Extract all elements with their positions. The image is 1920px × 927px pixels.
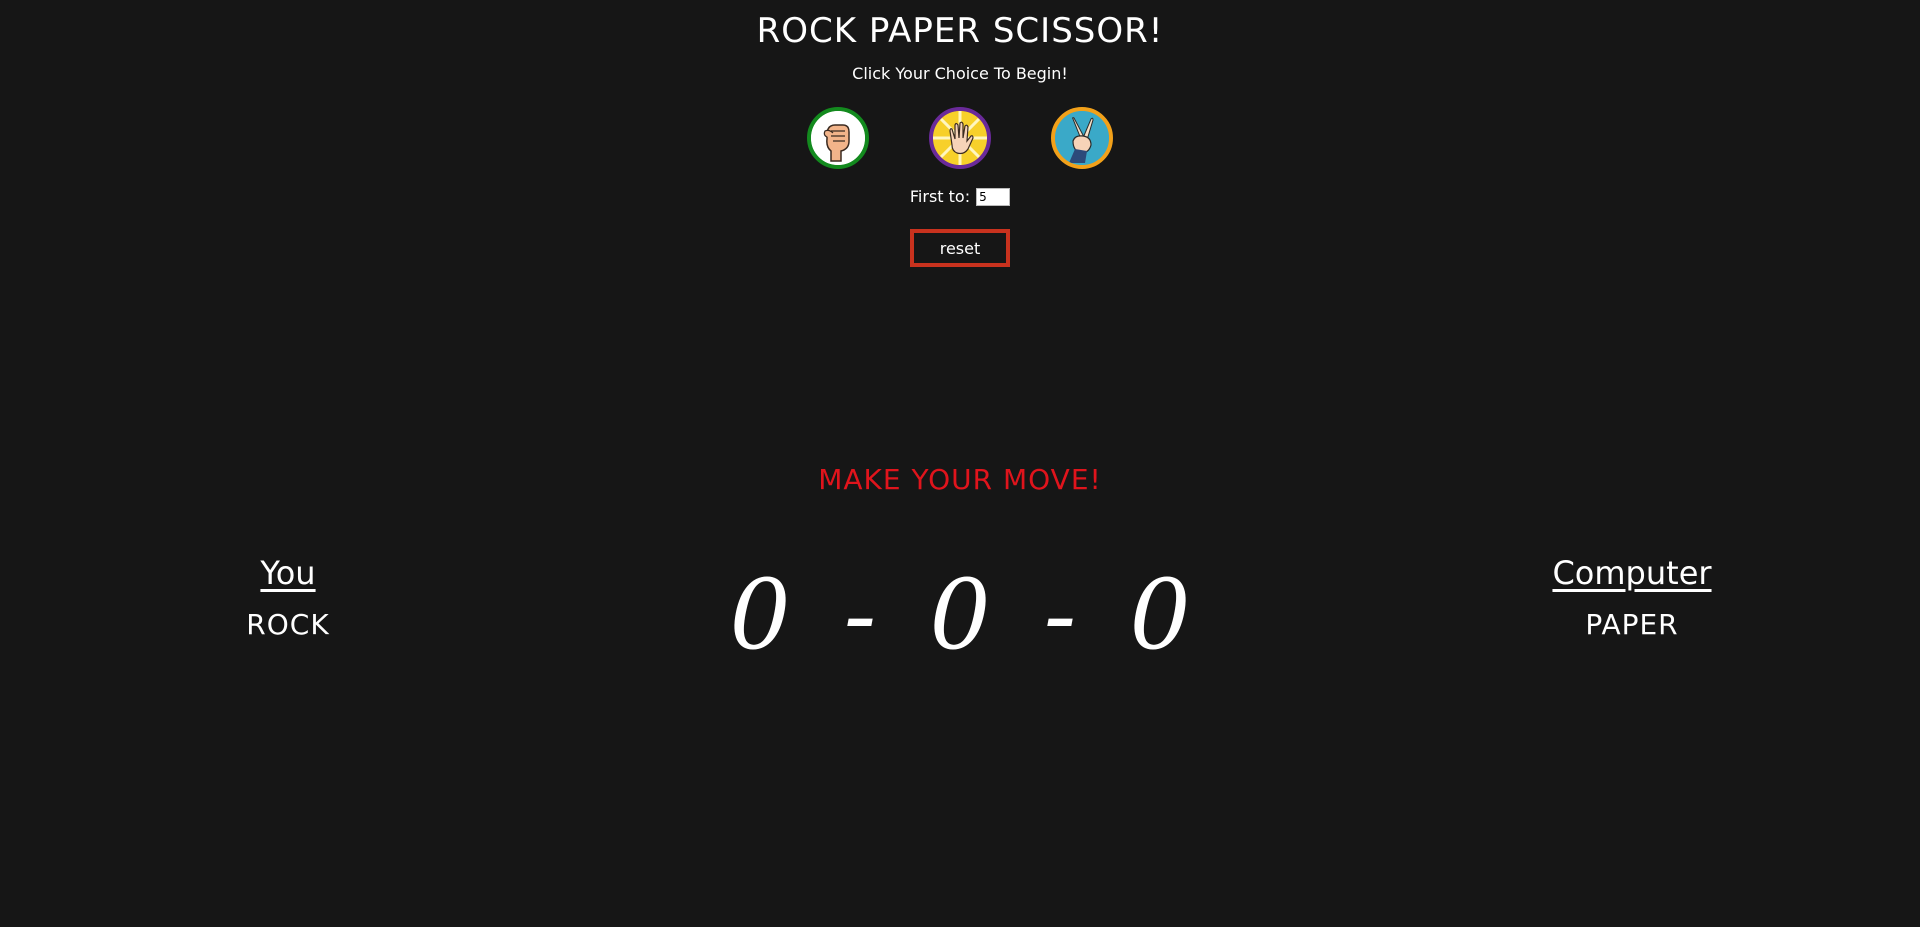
score-separator: - [1043,559,1077,671]
scissors-hand-icon [1055,111,1109,165]
rock-choice-button[interactable] [807,107,869,169]
instructions: Click Your Choice To Begin! [852,64,1068,83]
open-hand-icon [933,111,987,165]
choice-buttons [0,107,1920,169]
score-you: 0 [729,559,791,671]
player-move-computer: PAPER [1585,608,1679,641]
first-to-input[interactable] [976,187,1011,206]
game-page: ROCK PAPER SCISSOR! Click Your Choice To… [0,0,1920,927]
reset-button[interactable]: reset [910,229,1010,267]
scissor-choice-button[interactable] [1051,107,1113,169]
fist-icon [811,111,865,165]
game-title: ROCK PAPER SCISSOR! [756,11,1164,51]
player-panel-computer: Computer PAPER [1482,552,1782,643]
first-to-label: First to: [909,187,971,206]
score-ties: 0 [929,559,991,671]
first-to-control: First to: [0,187,1920,206]
player-name-computer: Computer [1552,554,1712,592]
status-message: MAKE YOUR MOVE! [818,463,1102,496]
score-separator: - [843,559,877,671]
score-computer: 0 [1129,559,1191,671]
paper-choice-button[interactable] [929,107,991,169]
